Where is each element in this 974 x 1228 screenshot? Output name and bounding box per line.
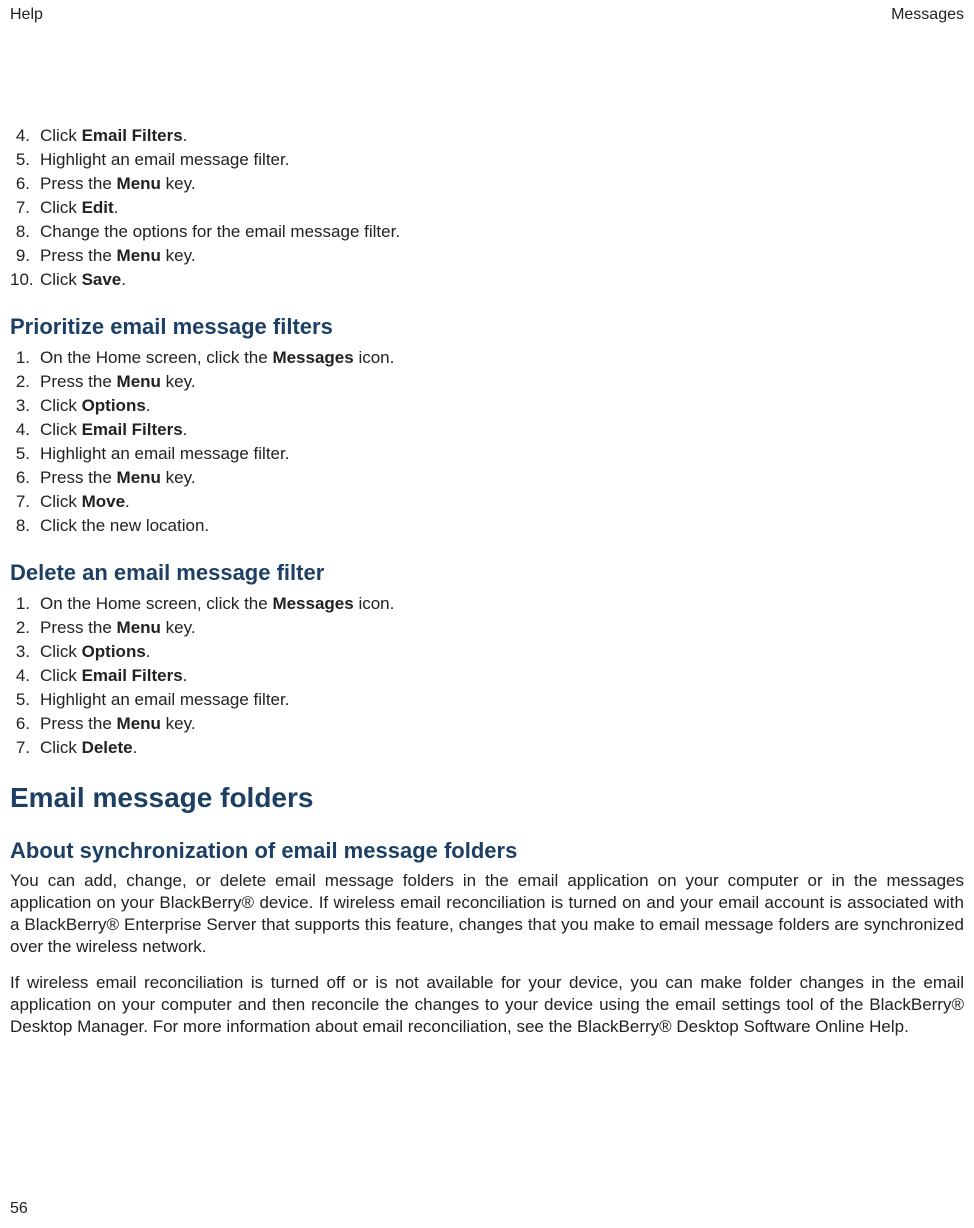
step-text: Click Save. [40, 268, 964, 292]
steps-prioritize-item: 5.Highlight an email message filter. [10, 442, 964, 466]
step-text: Press the Menu key. [40, 712, 964, 736]
step-number: 5. [10, 442, 40, 466]
steps-delete-item: 6.Press the Menu key. [10, 712, 964, 736]
steps-prioritize-item: 6.Press the Menu key. [10, 466, 964, 490]
step-bold: Menu [117, 174, 161, 193]
step-number: 3. [10, 640, 40, 664]
header-left: Help [10, 6, 43, 24]
heading-delete: Delete an email message filter [10, 560, 964, 586]
step-text: Click Options. [40, 394, 964, 418]
steps-continued-item: 5.Highlight an email message filter. [10, 148, 964, 172]
step-bold: Menu [117, 618, 161, 637]
steps-continued-item: 6.Press the Menu key. [10, 172, 964, 196]
steps-prioritize-item: 2.Press the Menu key. [10, 370, 964, 394]
step-text: Click Move. [40, 490, 964, 514]
step-number: 5. [10, 688, 40, 712]
steps-delete-item: 5.Highlight an email message filter. [10, 688, 964, 712]
steps-prioritize-item: 3.Click Options. [10, 394, 964, 418]
step-number: 10. [10, 268, 40, 292]
step-number: 6. [10, 466, 40, 490]
steps-delete-item: 1.On the Home screen, click the Messages… [10, 592, 964, 616]
step-text: Highlight an email message filter. [40, 148, 964, 172]
step-number: 4. [10, 124, 40, 148]
step-number: 4. [10, 418, 40, 442]
step-text: Click Options. [40, 640, 964, 664]
doc-header: Help Messages [10, 6, 964, 24]
paragraph-sync-1: You can add, change, or delete email mes… [10, 870, 964, 958]
step-number: 1. [10, 592, 40, 616]
step-text: Press the Menu key. [40, 616, 964, 640]
steps-delete-item: 2.Press the Menu key. [10, 616, 964, 640]
step-bold: Options [82, 642, 146, 661]
step-number: 6. [10, 712, 40, 736]
step-text: Click Email Filters. [40, 418, 964, 442]
step-number: 2. [10, 370, 40, 394]
step-number: 6. [10, 172, 40, 196]
step-text: On the Home screen, click the Messages i… [40, 346, 964, 370]
steps-continued-item: 4.Click Email Filters. [10, 124, 964, 148]
step-text: Press the Menu key. [40, 244, 964, 268]
steps-continued-item: 10.Click Save. [10, 268, 964, 292]
step-bold: Menu [117, 246, 161, 265]
step-number: 2. [10, 616, 40, 640]
step-bold: Delete [82, 738, 133, 757]
steps-continued-item: 9.Press the Menu key. [10, 244, 964, 268]
step-bold: Menu [117, 468, 161, 487]
step-bold: Email Filters [82, 420, 183, 439]
content: 4.Click Email Filters.5.Highlight an ema… [10, 124, 964, 1038]
step-text: Click Email Filters. [40, 124, 964, 148]
step-text: Highlight an email message filter. [40, 688, 964, 712]
step-number: 1. [10, 346, 40, 370]
step-text: Click Email Filters. [40, 664, 964, 688]
step-bold: Move [82, 492, 125, 511]
steps-prioritize-item: 4.Click Email Filters. [10, 418, 964, 442]
step-bold: Menu [117, 372, 161, 391]
step-number: 3. [10, 394, 40, 418]
step-bold: Save [82, 270, 122, 289]
step-bold: Edit [82, 198, 114, 217]
step-number: 8. [10, 220, 40, 244]
step-bold: Email Filters [82, 126, 183, 145]
steps-prioritize: 1.On the Home screen, click the Messages… [10, 346, 964, 538]
steps-delete-item: 4.Click Email Filters. [10, 664, 964, 688]
heading-about-sync: About synchronization of email message f… [10, 838, 964, 864]
steps-delete-item: 3.Click Options. [10, 640, 964, 664]
step-bold: Options [82, 396, 146, 415]
steps-prioritize-item: 1.On the Home screen, click the Messages… [10, 346, 964, 370]
step-text: Press the Menu key. [40, 466, 964, 490]
step-text: Click the new location. [40, 514, 964, 538]
step-text: On the Home screen, click the Messages i… [40, 592, 964, 616]
steps-continued-item: 8.Change the options for the email messa… [10, 220, 964, 244]
steps-prioritize-item: 7.Click Move. [10, 490, 964, 514]
step-number: 4. [10, 664, 40, 688]
step-text: Highlight an email message filter. [40, 442, 964, 466]
step-text: Change the options for the email message… [40, 220, 964, 244]
step-number: 7. [10, 736, 40, 760]
steps-prioritize-item: 8.Click the new location. [10, 514, 964, 538]
steps-continued-item: 7.Click Edit. [10, 196, 964, 220]
steps-delete: 1.On the Home screen, click the Messages… [10, 592, 964, 760]
step-number: 5. [10, 148, 40, 172]
step-text: Press the Menu key. [40, 172, 964, 196]
heading-folders: Email message folders [10, 782, 964, 814]
step-number: 7. [10, 196, 40, 220]
step-text: Click Edit. [40, 196, 964, 220]
step-bold: Email Filters [82, 666, 183, 685]
header-right: Messages [891, 6, 964, 24]
step-number: 8. [10, 514, 40, 538]
step-text: Click Delete. [40, 736, 964, 760]
step-number: 9. [10, 244, 40, 268]
steps-continued: 4.Click Email Filters.5.Highlight an ema… [10, 124, 964, 292]
heading-prioritize: Prioritize email message filters [10, 314, 964, 340]
paragraph-sync-2: If wireless email reconciliation is turn… [10, 972, 964, 1038]
page-number: 56 [10, 1200, 28, 1218]
step-bold: Messages [272, 348, 353, 367]
step-bold: Messages [272, 594, 353, 613]
step-text: Press the Menu key. [40, 370, 964, 394]
step-bold: Menu [117, 714, 161, 733]
steps-delete-item: 7.Click Delete. [10, 736, 964, 760]
step-number: 7. [10, 490, 40, 514]
